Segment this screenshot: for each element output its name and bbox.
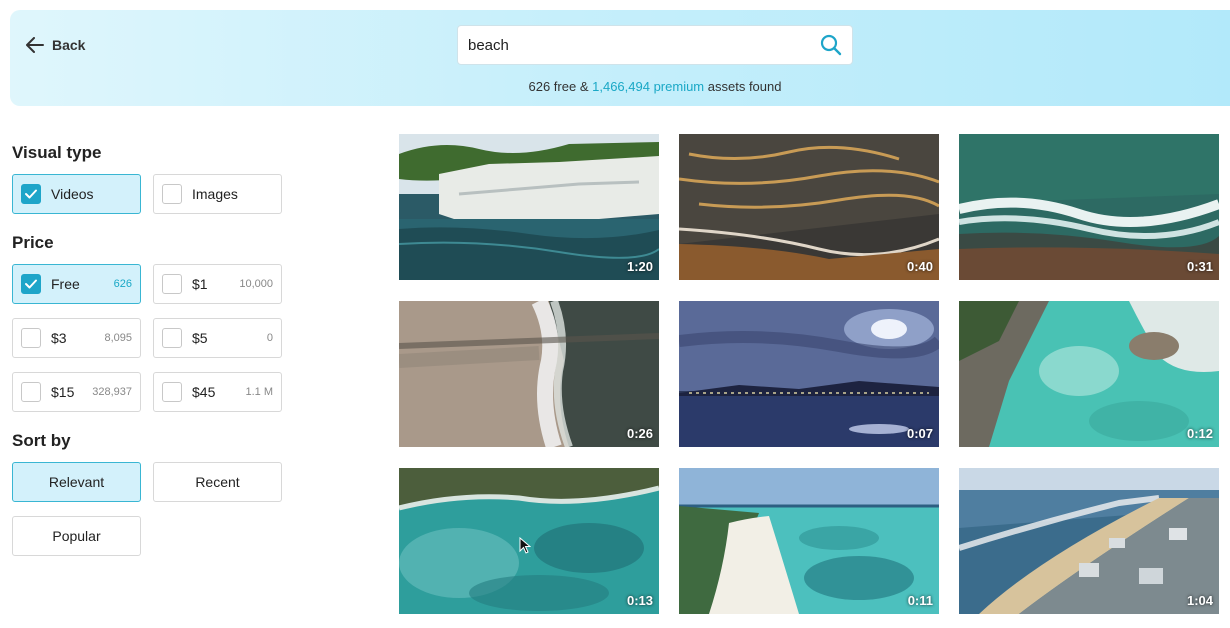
video-thumbnail[interactable]: 1:04 (959, 468, 1219, 614)
option-count: 626 (113, 278, 132, 290)
video-duration: 1:04 (1186, 593, 1213, 608)
sunset-wave-image (679, 134, 939, 280)
option-label: $3 (51, 330, 67, 346)
video-thumbnail[interactable]: 0:40 (679, 134, 939, 280)
results-amp: & (579, 79, 589, 94)
sort-popular-button[interactable]: Popular (12, 516, 141, 556)
search-header: Back 626 free & 1,466,494 premium assets… (10, 10, 1230, 106)
video-thumbnail[interactable]: 0:26 (399, 301, 659, 447)
moon-night-image (679, 301, 939, 447)
sort-title: Sort by (12, 431, 71, 450)
video-thumbnail[interactable]: 0:31 (959, 134, 1219, 280)
results-suffix: assets found (707, 79, 782, 94)
results-summary: 626 free & 1,466,494 premium assets foun… (10, 79, 1230, 94)
option-label: $5 (192, 330, 208, 346)
video-thumbnail[interactable]: 0:12 (959, 301, 1219, 447)
checkbox-icon[interactable] (162, 382, 182, 402)
checkbox-icon[interactable] (162, 274, 182, 294)
white-beach-image (679, 468, 939, 614)
visual-type-videos[interactable]: Videos (12, 174, 141, 214)
mouse-pointer-icon (519, 536, 532, 560)
price-15[interactable]: $15 328,937 (12, 372, 141, 412)
video-thumbnail[interactable]: 1:20 (399, 134, 659, 280)
checkbox-checked-icon[interactable] (21, 274, 41, 294)
video-duration: 0:07 (906, 426, 933, 441)
checkbox-icon[interactable] (162, 328, 182, 348)
price-5[interactable]: $5 0 (153, 318, 282, 358)
sort-recent-button[interactable]: Recent (153, 462, 282, 502)
option-label: $1 (192, 276, 208, 292)
coastal-town-image (959, 468, 1219, 614)
option-label: Videos (51, 186, 94, 202)
option-count: 328,937 (92, 386, 132, 398)
checkbox-icon[interactable] (21, 382, 41, 402)
back-label: Back (52, 37, 86, 53)
search-icon[interactable] (820, 34, 842, 56)
video-duration: 0:40 (906, 259, 933, 274)
option-count: 0 (266, 332, 273, 344)
price-title: Price (12, 233, 54, 252)
video-duration: 1:20 (626, 259, 653, 274)
rocky-lagoon-image (959, 301, 1219, 447)
visual-type-title: Visual type (12, 143, 102, 162)
back-button[interactable]: Back (26, 35, 85, 55)
free-count: 626 free (528, 79, 577, 94)
option-label: Images (192, 186, 238, 202)
option-label: $15 (51, 384, 75, 400)
video-thumbnail[interactable]: 0:07 (679, 301, 939, 447)
video-duration: 0:11 (907, 593, 933, 608)
option-count: 8,095 (104, 332, 132, 344)
price-45[interactable]: $45 1.1 M (153, 372, 282, 412)
aerial-shore-image (399, 301, 659, 447)
checkbox-checked-icon[interactable] (21, 184, 41, 204)
visual-type-images[interactable]: Images (153, 174, 282, 214)
aerial-wave-image (959, 134, 1219, 280)
checkbox-icon[interactable] (21, 328, 41, 348)
video-duration: 0:31 (1186, 259, 1213, 274)
option-label: Free (51, 276, 80, 292)
price-free[interactable]: Free 626 (12, 264, 141, 304)
video-thumbnail[interactable]: 0:11 (679, 468, 939, 614)
option-count: 1.1 M (245, 386, 273, 398)
video-duration: 0:12 (1186, 426, 1213, 441)
video-duration: 0:26 (626, 426, 653, 441)
cliff-sea-image (399, 134, 659, 280)
search-bar (457, 25, 853, 65)
arrow-left-icon (26, 37, 44, 53)
sort-relevant-button[interactable]: Relevant (12, 462, 141, 502)
checkbox-icon[interactable] (162, 184, 182, 204)
price-3[interactable]: $3 8,095 (12, 318, 141, 358)
video-duration: 0:13 (626, 593, 653, 608)
premium-count-link[interactable]: 1,466,494 premium (592, 79, 704, 94)
option-count: 10,000 (239, 278, 273, 290)
option-label: $45 (192, 384, 216, 400)
search-input[interactable] (468, 36, 820, 54)
price-1[interactable]: $1 10,000 (153, 264, 282, 304)
